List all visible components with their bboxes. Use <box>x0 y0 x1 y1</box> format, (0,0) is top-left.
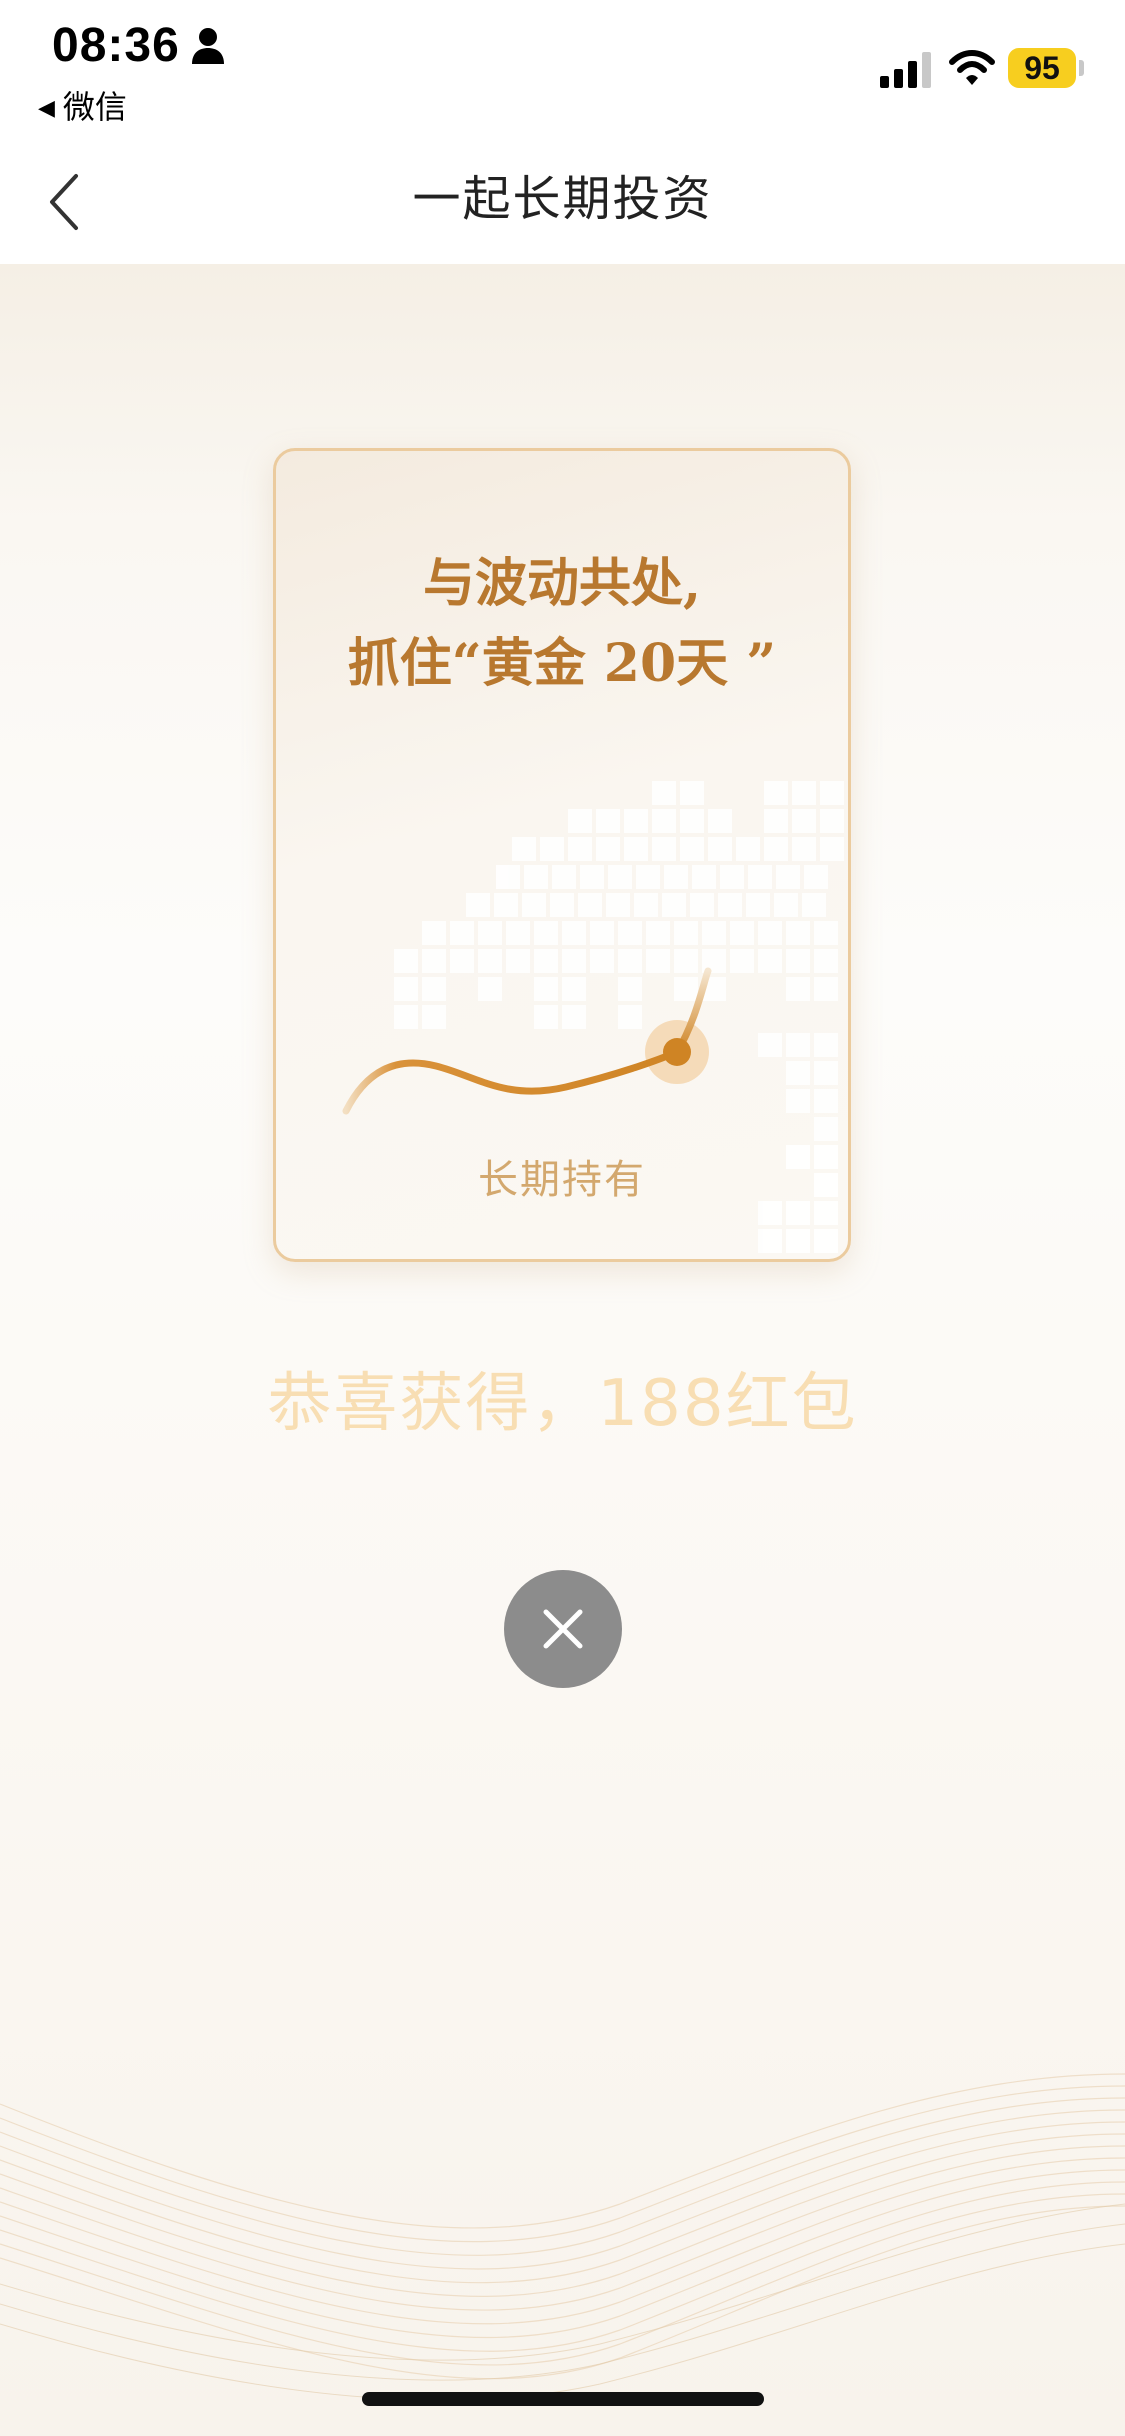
main-content: 与波动共处, 抓住“黄金 20天 ” 长期持有 恭喜获得，188红包 <box>0 264 1125 2436</box>
wifi-icon <box>949 50 995 85</box>
card-title-line2: 抓住“黄金 20天 ” <box>347 633 777 694</box>
decorative-waves <box>0 2073 1125 2401</box>
card-title-line1: 与波动共处, <box>422 553 702 614</box>
close-button[interactable] <box>504 1570 622 1688</box>
card-caption: 长期持有 <box>478 1157 646 1203</box>
battery-icon: 95 <box>1008 48 1076 88</box>
page-title: 一起长期投资 <box>412 171 713 227</box>
close-icon <box>543 1609 583 1649</box>
home-indicator[interactable] <box>362 2392 764 2406</box>
battery-cap <box>1079 60 1084 76</box>
chevron-left-icon[interactable] <box>40 168 90 236</box>
status-time: 08:36 <box>52 19 180 72</box>
growth-curve <box>342 1048 681 1115</box>
highlight-dot <box>663 1038 691 1066</box>
back-app-label: 微信 <box>62 88 127 126</box>
signal-icon <box>880 52 931 88</box>
back-triangle-icon: ◀ <box>38 96 55 121</box>
reward-message: 恭喜获得，188红包 <box>267 1367 858 1441</box>
status-bar: 08:36 ◀ 微信 95 <box>0 0 1125 140</box>
back-to-app-link[interactable]: ◀ 微信 <box>38 82 127 128</box>
person-icon <box>192 28 224 64</box>
reward-card: 与波动共处, 抓住“黄金 20天 ” 长期持有 <box>273 448 851 1262</box>
nav-bar: 一起长期投资 <box>0 140 1125 264</box>
